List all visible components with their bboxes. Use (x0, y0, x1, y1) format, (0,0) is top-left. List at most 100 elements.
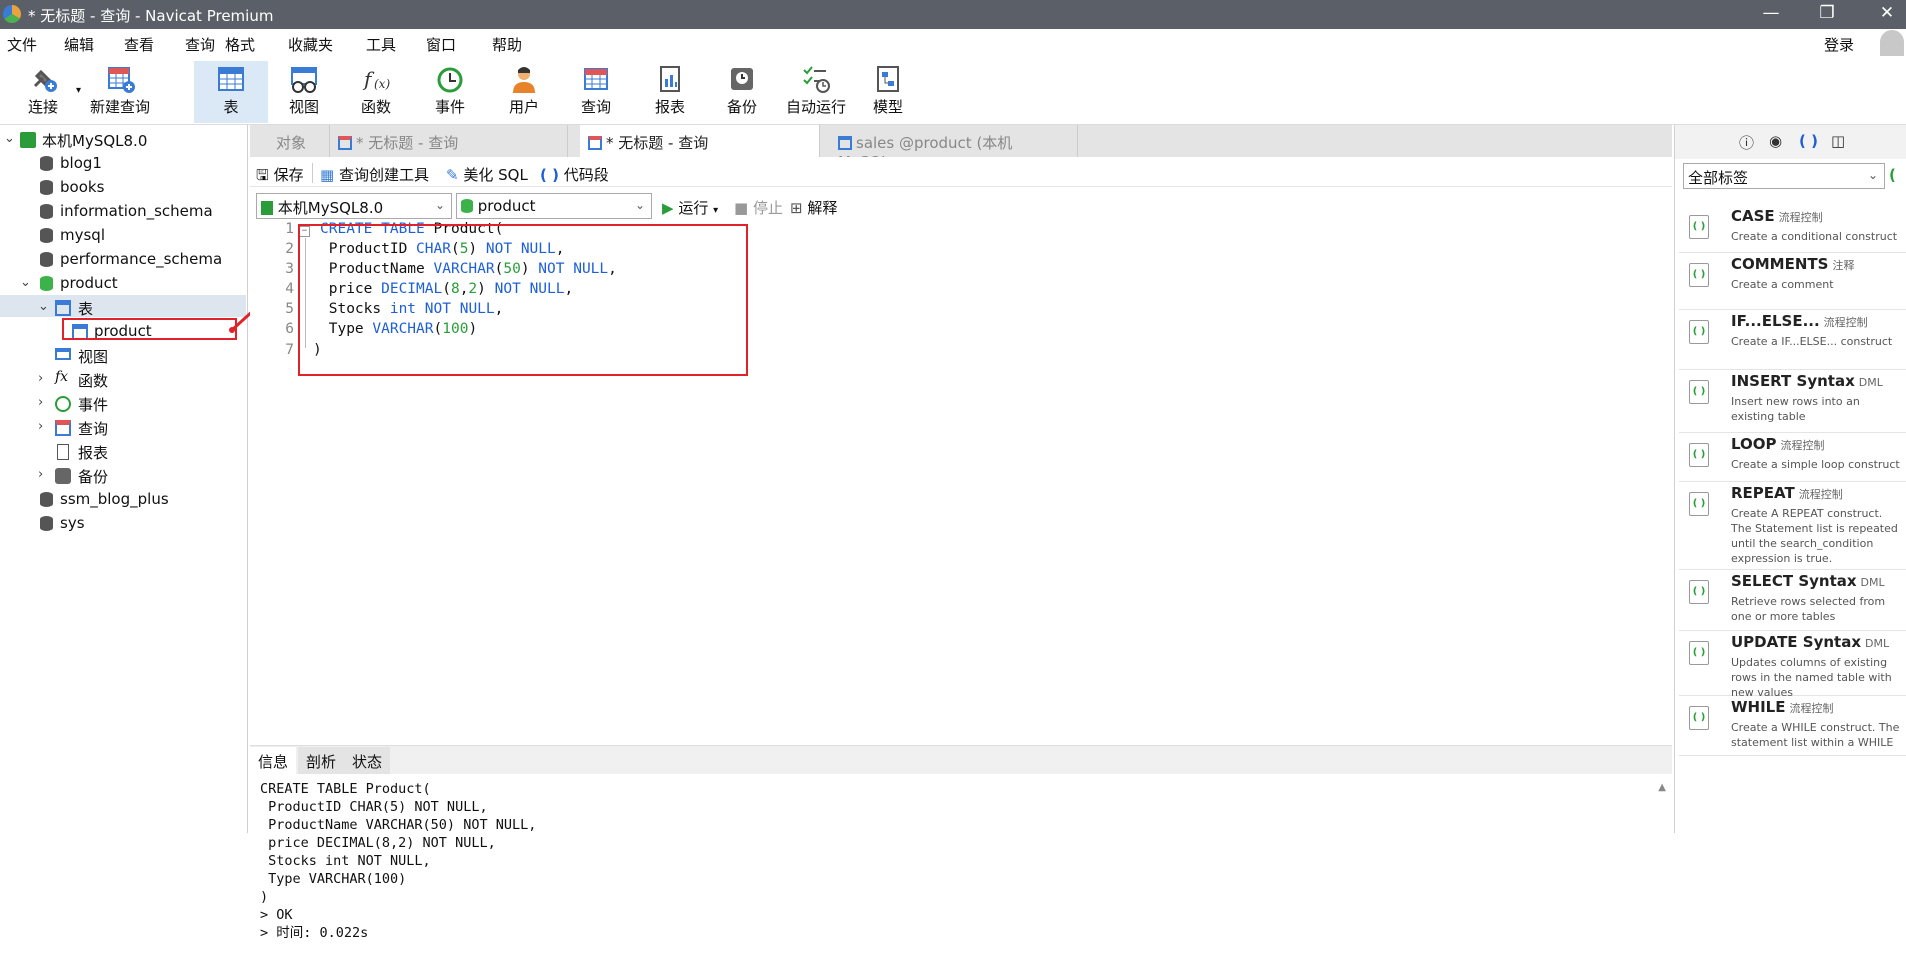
chevron-right-icon[interactable]: › (38, 371, 43, 386)
output-line: ) (260, 889, 269, 905)
tab-sales-product[interactable]: sales @product (本机MySQL... (830, 125, 1078, 171)
output-line: Type VARCHAR(100) (260, 871, 407, 887)
menu-help[interactable]: 帮助 (492, 34, 522, 55)
query-builder-button[interactable]: ▦ 查询创建工具 (320, 164, 429, 185)
navicat-logo-icon (3, 5, 21, 23)
chevron-down-icon[interactable]: ⌄ (38, 299, 49, 314)
tree-db-information-schema[interactable]: information_schema (0, 201, 240, 223)
tree-db-blog1[interactable]: blog1 (0, 153, 240, 175)
view-button[interactable]: 视图 (274, 61, 334, 123)
snippet-item[interactable]: ( ) CASE 流程控制 Create a conditional construc… (1679, 205, 1906, 253)
login-link[interactable]: 登录 (1824, 34, 1854, 55)
tree-queries-folder[interactable]: › 查询 (0, 417, 240, 439)
chevron-right-icon[interactable]: › (38, 395, 43, 410)
plug-icon (33, 69, 57, 92)
tree-events-folder[interactable]: › 事件 (0, 393, 240, 415)
new-query-button[interactable]: 新建查询 (86, 61, 154, 123)
stop-button[interactable]: ■ 停止 (734, 197, 783, 218)
backup-button[interactable]: 备份 (712, 61, 772, 123)
snippet-icon[interactable]: ( ) (1799, 132, 1818, 150)
tree-db-ssm-blog-plus[interactable]: ssm_blog_plus (0, 489, 240, 511)
connect-dropdown-icon[interactable]: ▾ (76, 85, 81, 96)
event-button[interactable]: 事件 (420, 61, 480, 123)
sql-editor[interactable]: 1 2 3 4 5 6 7 − CREATE TABLE Product( Pr… (250, 221, 1672, 741)
automation-button[interactable]: 自动运行 (780, 61, 852, 123)
builder-label: 查询创建工具 (338, 166, 429, 184)
report-label: 报表 (654, 98, 685, 116)
menu-file[interactable]: 文件 (7, 34, 37, 55)
table-icon (838, 136, 852, 150)
layout-icon[interactable]: ◫ (1831, 132, 1845, 150)
chevron-right-icon[interactable]: › (38, 467, 43, 482)
event-label: 事件 (434, 98, 465, 116)
tree-tables-folder[interactable]: ⌄ 表 (0, 297, 240, 319)
menu-view[interactable]: 查看 (124, 34, 154, 55)
tab-untitled-query-2[interactable]: * 无标题 - 查询 (580, 125, 820, 157)
line-number: 4 (285, 281, 294, 298)
beautify-sql-button[interactable]: ✎ 美化 SQL (446, 164, 528, 185)
tree-db-performance-schema[interactable]: performance_schema (0, 249, 240, 271)
database-icon (40, 252, 53, 267)
snippet-item[interactable]: ( ) REPEAT 流程控制 Create A REPEAT construct. … (1679, 482, 1906, 570)
add-snippet-icon[interactable]: ( (1889, 166, 1896, 184)
snippet-item[interactable]: ( ) INSERT Syntax DML Insert new rows into … (1679, 370, 1906, 433)
tab-profile[interactable]: 剖析 (298, 747, 345, 774)
tree-db-product[interactable]: ⌄ product (0, 273, 240, 295)
tree-connection[interactable]: ⌄ 本机MySQL8.0 (0, 129, 240, 151)
explain-button[interactable]: ⊞ 解释 (790, 197, 837, 218)
user-avatar-icon[interactable] (1880, 30, 1904, 56)
chevron-down-icon[interactable]: ▾ (713, 205, 718, 216)
report-button[interactable]: 报表 (640, 61, 700, 123)
menu-tools[interactable]: 工具 (366, 34, 396, 55)
connection-select[interactable]: 本机MySQL8.0 ⌄ (256, 193, 452, 219)
tree-reports-folder[interactable]: 报表 (0, 441, 240, 463)
line-number: 7 (285, 341, 294, 358)
eye-icon[interactable]: ◉ (1769, 132, 1782, 150)
table-button[interactable]: 表 (194, 61, 268, 123)
tree-db-books[interactable]: books (0, 177, 240, 199)
tab-untitled-query-1[interactable]: * 无标题 - 查询 (330, 125, 568, 157)
function-button[interactable]: f (x) 函数 (346, 61, 406, 123)
tree-db-sys[interactable]: sys (0, 513, 240, 535)
chevron-down-icon[interactable]: ⌄ (4, 131, 15, 146)
result-panel: 信息 剖析 状态 CREATE TABLE Product( ProductID… (250, 745, 1672, 958)
tree-backups-folder[interactable]: › 备份 (0, 465, 240, 487)
snippet-item[interactable]: ( ) COMMENTS 注释 Create a comment (1679, 253, 1906, 310)
menu-format[interactable]: 格式 (225, 34, 255, 55)
snippet-item[interactable]: ( ) UPDATE Syntax DML Updates columns of ex… (1679, 631, 1906, 699)
minimize-button[interactable]: — (1756, 3, 1786, 23)
tag-filter-select[interactable]: 全部标签 ⌄ (1683, 163, 1885, 189)
connection-select-value: 本机MySQL8.0 (277, 199, 384, 217)
query-button[interactable]: 查询 (566, 61, 626, 123)
chevron-down-icon[interactable]: ⌄ (20, 275, 31, 290)
connect-button[interactable]: 连接 (10, 61, 76, 123)
chevron-right-icon[interactable]: › (38, 419, 43, 434)
code-snippet-button[interactable]: ( ) 代码段 (540, 164, 609, 185)
model-button[interactable]: 模型 (858, 61, 918, 123)
close-button[interactable]: ✕ (1872, 3, 1902, 23)
database-select[interactable]: product ⌄ (456, 193, 652, 219)
tree-db-mysql[interactable]: mysql (0, 225, 240, 247)
tab-label: * 无标题 - 查询 (606, 134, 709, 152)
tree-views-folder[interactable]: 视图 (0, 345, 240, 367)
clock-icon (437, 67, 463, 93)
connection-label: 本机MySQL8.0 (42, 132, 148, 150)
menu-window[interactable]: 窗口 (426, 34, 456, 55)
snippet-item[interactable]: ( ) LOOP 流程控制 Create a simple loop construc… (1679, 433, 1906, 482)
menu-favorites[interactable]: 收藏夹 (288, 34, 333, 55)
tree-functions-folder[interactable]: › fx 函数 (0, 369, 240, 391)
tab-info[interactable]: 信息 (250, 747, 297, 774)
user-button[interactable]: 用户 (494, 61, 554, 123)
snippet-item[interactable]: ( ) SELECT Syntax DML Retrieve rows selecte… (1679, 570, 1906, 631)
menu-query[interactable]: 查询 (185, 34, 215, 55)
maximize-button[interactable]: ❐ (1812, 3, 1842, 23)
new-query-icon (108, 67, 135, 93)
tab-status[interactable]: 状态 (344, 747, 391, 774)
run-button[interactable]: ▶ 运行 ▾ (662, 197, 718, 218)
scroll-up-icon[interactable]: ▲ (1658, 782, 1666, 793)
menu-edit[interactable]: 编辑 (64, 34, 94, 55)
snippet-item[interactable]: ( ) IF...ELSE... 流程控制 Create a IF...ELSE...… (1679, 310, 1906, 370)
tab-objects[interactable]: 对象 (250, 125, 330, 157)
snippet-item[interactable]: ( ) WHILE 流程控制 Create a WHILE construct. Th… (1679, 696, 1906, 756)
info-icon[interactable]: ⓘ (1739, 132, 1754, 153)
